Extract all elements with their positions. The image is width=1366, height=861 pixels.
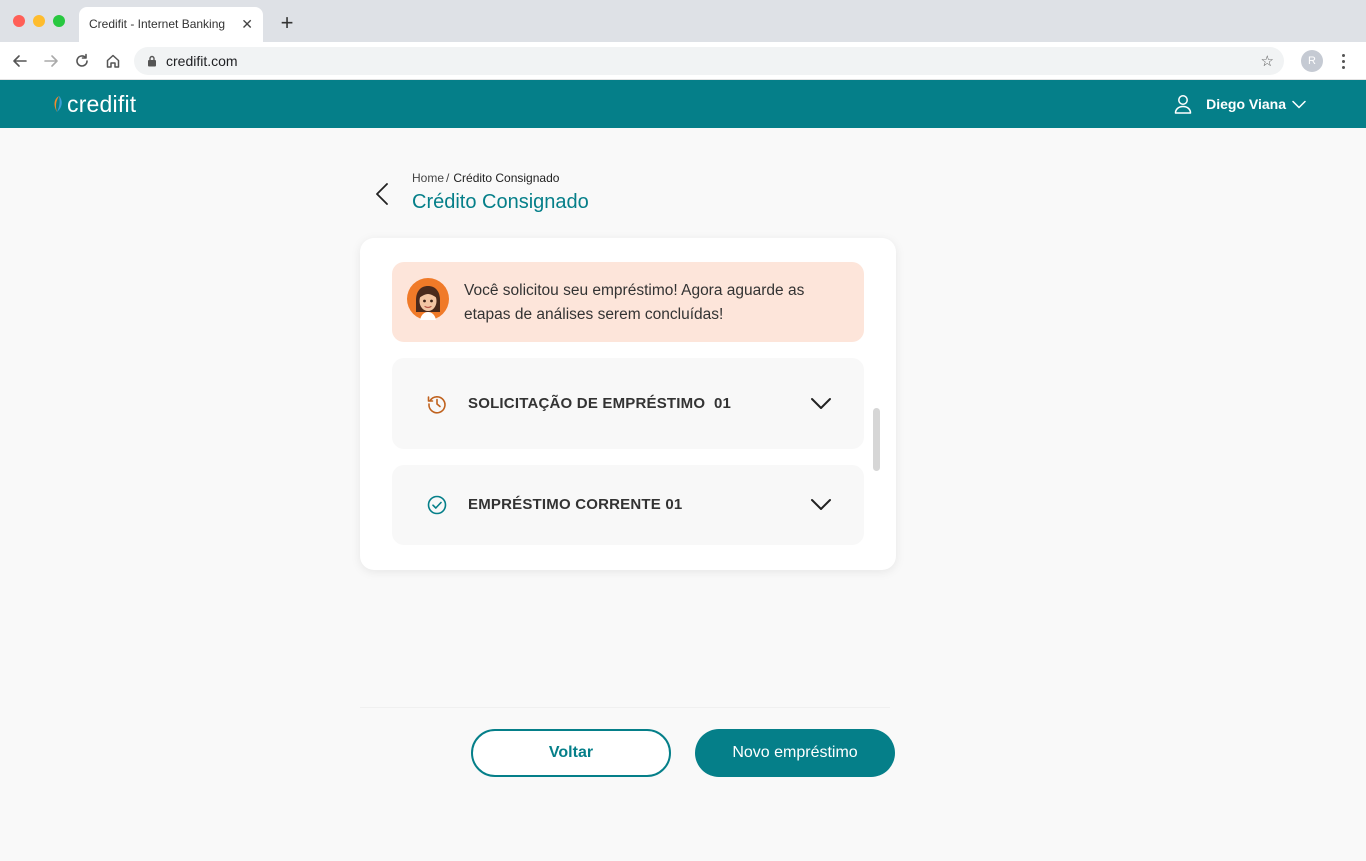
window-zoom-button[interactable]: [53, 15, 65, 27]
accordion-label: SOLICITAÇÃO DE EMPRÉSTIMO 01: [468, 395, 732, 412]
status-alert: Você solicitou seu empréstimo! Agora agu…: [392, 262, 864, 342]
tab-close-icon[interactable]: ✕: [241, 16, 253, 32]
app-header: credifit Diego Viana: [0, 80, 1366, 128]
lock-icon: [148, 55, 156, 67]
browser-toolbar: credifit.com ☆ R: [0, 42, 1366, 80]
alert-message: Você solicitou seu empréstimo! Agora agu…: [464, 282, 805, 323]
loan-card: Você solicitou seu empréstimo! Agora agu…: [360, 238, 896, 570]
credifit-logo[interactable]: credifit: [52, 90, 136, 118]
check-circle-icon: [427, 495, 447, 515]
card-scrollbar[interactable]: [873, 408, 880, 471]
accordion-loan-request[interactable]: SOLICITAÇÃO DE EMPRÉSTIMO 01: [392, 358, 864, 449]
chevron-down-icon[interactable]: [810, 397, 832, 411]
logo-text: credifit: [67, 90, 137, 117]
window-minimize-button[interactable]: [33, 15, 45, 27]
breadcrumb-current: Crédito Consignado: [453, 171, 560, 185]
browser-menu-icon[interactable]: [1336, 50, 1350, 72]
accordion-current-loan[interactable]: EMPRÉSTIMO CORRENTE 01: [392, 465, 864, 545]
tab-title: Credifit - Internet Banking: [89, 17, 226, 31]
user-icon: [1174, 95, 1192, 114]
profile-avatar[interactable]: R: [1301, 50, 1323, 72]
new-tab-button[interactable]: +: [277, 12, 297, 34]
back-nav-icon[interactable]: [10, 51, 30, 71]
breadcrumb-separator: /: [446, 171, 450, 185]
bookmark-star-icon[interactable]: ☆: [1261, 52, 1274, 70]
window-close-button[interactable]: [13, 15, 25, 27]
chevron-down-icon[interactable]: [810, 498, 832, 512]
user-menu[interactable]: Diego Viana: [1174, 94, 1306, 114]
logo-mark-icon: [54, 96, 62, 112]
back-button[interactable]: Voltar: [471, 729, 671, 777]
new-loan-button[interactable]: Novo empréstimo: [695, 729, 895, 777]
history-clock-icon: [427, 396, 446, 414]
forward-nav-icon[interactable]: [41, 51, 61, 71]
browser-tab-bar: Credifit - Internet Banking ✕ +: [0, 0, 1366, 42]
back-arrow-icon[interactable]: [372, 182, 392, 206]
assistant-avatar: [407, 278, 449, 320]
chevron-down-icon: [1292, 100, 1306, 108]
page-title: Crédito Consignado: [412, 191, 589, 213]
actions-divider: [360, 707, 890, 723]
breadcrumb: Home / Crédito Consignado: [412, 171, 559, 185]
reload-icon[interactable]: [72, 51, 92, 71]
breadcrumb-home[interactable]: Home: [412, 171, 444, 185]
url-text: credifit.com: [166, 53, 238, 69]
home-icon[interactable]: [103, 51, 123, 71]
address-bar[interactable]: credifit.com ☆: [134, 47, 1284, 75]
user-name: Diego Viana: [1206, 96, 1286, 112]
accordion-label: EMPRÉSTIMO CORRENTE 01: [468, 496, 683, 513]
browser-tab[interactable]: Credifit - Internet Banking ✕: [79, 7, 263, 42]
